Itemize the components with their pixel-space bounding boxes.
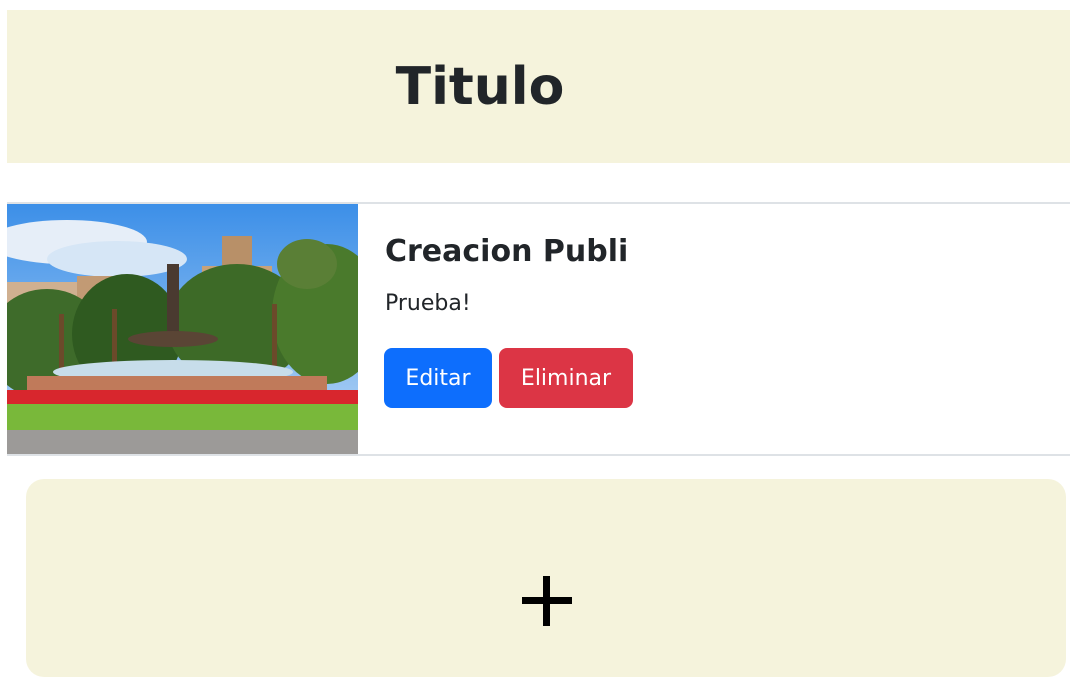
- plus-icon: [522, 576, 572, 626]
- edit-button[interactable]: Editar: [384, 348, 492, 408]
- delete-button[interactable]: Eliminar: [499, 348, 633, 408]
- page-title: Titulo: [395, 57, 565, 117]
- card-text: Prueba!: [385, 291, 471, 316]
- card-image: [7, 204, 358, 454]
- add-publication-button[interactable]: [26, 479, 1066, 677]
- card-body: Creacion Publi Prueba! Editar Eliminar: [384, 204, 1070, 454]
- card-title: Creacion Publi: [385, 234, 629, 269]
- header: Titulo: [7, 10, 1070, 163]
- publication-card: Creacion Publi Prueba! Editar Eliminar: [7, 202, 1070, 456]
